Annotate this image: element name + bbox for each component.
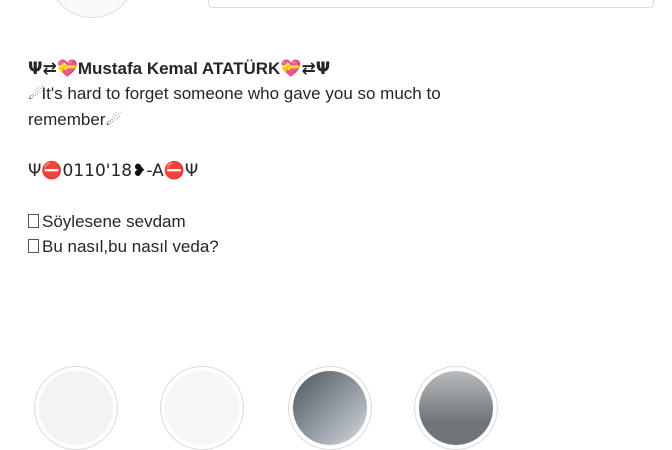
bio-date-tail: -A⛔Ψ (146, 161, 199, 181)
story-highlight[interactable] (414, 366, 498, 450)
bio-quote-text-2: remember (28, 110, 106, 129)
bio-quote-line-1: ☄It's hard to forget someone who gave yo… (28, 81, 658, 107)
story-highlights-row (0, 360, 672, 450)
bio-quote-text-1: It's hard to forget someone who gave you… (41, 84, 441, 103)
photo-icon (165, 371, 239, 445)
bio-date-lead: Ψ⛔0110'18 (28, 161, 133, 181)
bio-lyric-text-2: Bu nasıl,bu nasıl veda? (42, 237, 219, 256)
bio-quote-line-2: remember☄ (28, 107, 658, 133)
profile-avatar[interactable] (48, 0, 136, 18)
story-highlight[interactable] (34, 366, 118, 450)
clock-icon (39, 371, 113, 445)
decorative-prefix-glyphs: Ψ⇄💝 (28, 59, 78, 79)
profile-bio: Ψ⇄💝 Mustafa Kemal ATATÜRK 💝⇄Ψ ☄It's hard… (28, 57, 658, 259)
bio-date-line: Ψ⛔0110'18❥ -A⛔Ψ (28, 158, 658, 184)
edit-profile-button[interactable] (208, 0, 654, 8)
bio-lyric-line-2: Bu nasıl,bu nasıl veda? (28, 234, 658, 259)
bio-lyric-text-1: Söylesene sevdam (42, 212, 186, 231)
bio-lyric-line-1: Söylesene sevdam (28, 209, 658, 234)
comet-icon: ☄ (105, 111, 119, 129)
missing-glyph-icon (28, 214, 39, 228)
decorative-suffix-glyphs: 💝⇄Ψ (280, 59, 331, 79)
heart-icon: ❥ (132, 161, 147, 181)
story-highlight[interactable] (160, 366, 244, 450)
missing-glyph-icon (28, 239, 39, 253)
profile-name: Mustafa Kemal ATATÜRK (77, 59, 281, 78)
photo-icon (419, 371, 493, 445)
story-highlight[interactable] (288, 366, 372, 450)
photo-icon (293, 371, 367, 445)
comet-icon: ☄ (28, 85, 42, 103)
profile-header-strip (0, 0, 672, 40)
bio-name-line: Ψ⇄💝 Mustafa Kemal ATATÜRK 💝⇄Ψ (28, 57, 658, 81)
